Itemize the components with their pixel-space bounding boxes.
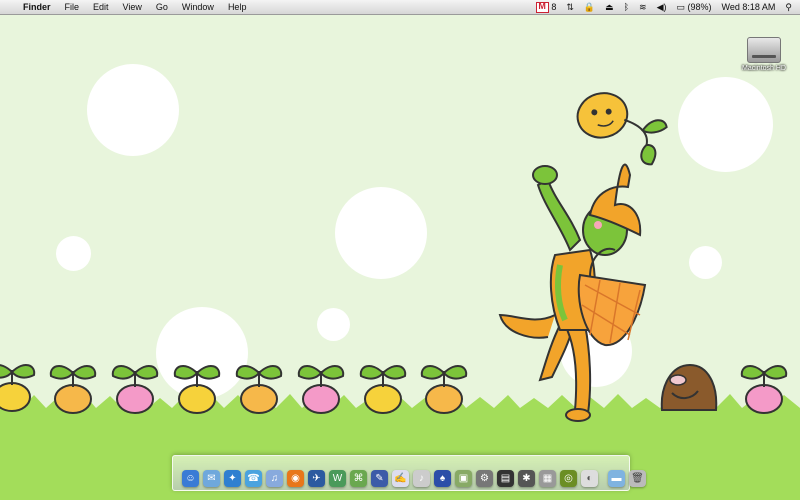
hd-label: Macintosh HD	[742, 65, 786, 72]
mole-character	[660, 363, 718, 411]
lock-icon[interactable]: 🔒	[584, 2, 595, 13]
app-icon[interactable]: ✱	[518, 470, 535, 487]
sprout	[297, 365, 345, 414]
folder-icon[interactable]: ▬	[608, 470, 625, 487]
trash-icon[interactable]: 🗑	[629, 470, 646, 487]
thunderbird-icon[interactable]: ✈	[308, 470, 325, 487]
sprout	[740, 365, 788, 414]
menu-finder[interactable]: Finder	[16, 0, 58, 14]
dock-icons: ☺ ✉ ✦ ☎ ♫ ◉ ✈ W ⌘ ✎ ✍ ♪ ♠ ▣ ⚙ ▤ ✱ ▦ ◎ ◐ …	[182, 470, 646, 487]
bluetooth-icon[interactable]: ᛒ	[624, 2, 629, 12]
eject-icon[interactable]: ⏏	[605, 2, 614, 13]
menu-file[interactable]: File	[58, 0, 87, 14]
sprout	[235, 365, 283, 414]
app-icon[interactable]: ♠	[434, 470, 451, 487]
dictionary-icon[interactable]: W	[329, 470, 346, 487]
wifi-icon[interactable]: ≋	[639, 2, 647, 13]
battery-status[interactable]: ▭ (98%)	[676, 2, 711, 13]
app-icon[interactable]: ✍	[392, 470, 409, 487]
menu-edit[interactable]: Edit	[86, 0, 116, 14]
sprout	[111, 365, 159, 414]
sprout	[49, 365, 97, 414]
gmail-notifier[interactable]: 8	[536, 1, 557, 13]
volume-icon[interactable]: ◀)	[657, 2, 667, 13]
sprout	[173, 365, 221, 414]
mail-icon[interactable]: ✉	[203, 470, 220, 487]
preview-icon[interactable]: ⌘	[350, 470, 367, 487]
macintosh-hd-icon[interactable]: Macintosh HD	[736, 37, 792, 72]
app-icon[interactable]: ♪	[413, 470, 430, 487]
app-icon[interactable]: ▤	[497, 470, 514, 487]
ichat-icon[interactable]: ☎	[245, 470, 262, 487]
safari-icon[interactable]: ✦	[224, 470, 241, 487]
menu-window[interactable]: Window	[175, 0, 221, 14]
finder-icon[interactable]: ☺	[182, 470, 199, 487]
clock[interactable]: Wed 8:18 AM	[722, 2, 776, 12]
app-icon[interactable]: ⚙	[476, 470, 493, 487]
app-icon[interactable]: ◐	[581, 470, 598, 487]
sprout	[359, 365, 407, 414]
spotlight-icon[interactable]: ⚲	[785, 2, 792, 13]
battery-icon: ▭	[676, 1, 685, 12]
menu-bar: Finder File Edit View Go Window Help 8 ⇅…	[0, 0, 800, 15]
app-icon[interactable]: ▦	[539, 470, 556, 487]
wallpaper-illustration	[0, 92, 800, 422]
menu-help[interactable]: Help	[221, 0, 254, 14]
app-icon[interactable]: ▣	[455, 470, 472, 487]
gmail-count: 8	[551, 2, 557, 12]
hard-drive-icon	[747, 37, 781, 63]
battery-percent: (98%)	[687, 1, 712, 12]
sprout	[420, 365, 468, 414]
gmail-icon	[536, 1, 550, 13]
farmer-character	[498, 163, 647, 422]
textedit-icon[interactable]: ✎	[371, 470, 388, 487]
menu-go[interactable]: Go	[149, 0, 175, 14]
firefox-icon[interactable]: ◉	[287, 470, 304, 487]
itunes-icon[interactable]: ♫	[266, 470, 283, 487]
desktop[interactable]: Macintosh HD	[0, 15, 800, 500]
app-icon[interactable]: ◎	[560, 470, 577, 487]
menu-view[interactable]: View	[116, 0, 149, 14]
sync-icon[interactable]: ⇅	[566, 2, 574, 13]
